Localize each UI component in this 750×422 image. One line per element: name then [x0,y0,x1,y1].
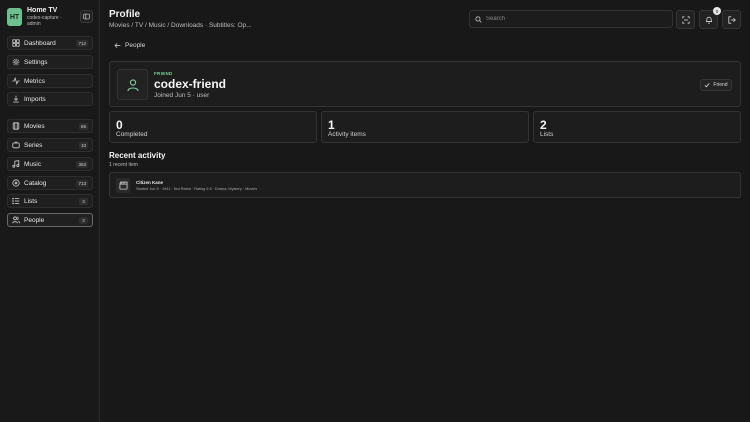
profile-role: FRIEND [154,71,173,76]
bell-icon [705,16,712,24]
profile-joined: Joined Jun 5 · user [154,92,210,99]
scan-icon [681,15,690,24]
logout-button[interactable] [722,10,741,29]
sidebar-toggle-button[interactable] [80,10,93,23]
sidebar-item-count: 65 [78,123,88,130]
brand-subtitle: codex-capture · admin [27,15,62,27]
main-content: Profile Movies / TV / Music / Downloads … [100,0,750,422]
sidebar-item-music[interactable]: Music 363 [7,157,93,171]
download-icon [13,95,19,103]
sidebar-item-count: 713 [76,180,88,187]
activity-icon [12,77,20,85]
catalog-icon [12,179,20,187]
film-icon [12,122,20,130]
friend-button[interactable]: Friend [700,79,732,91]
back-link-label: People [125,42,146,49]
sidebar-item-count: 10 [78,142,88,149]
sidebar-item-label: Music [24,160,41,168]
stat-lists: 2 Lists [533,111,741,143]
arrow-left-icon [114,43,121,48]
sidebar-item-label: Catalog [24,179,47,187]
sidebar-item-label: People [24,216,45,224]
sidebar-item-label: Dashboard [24,39,56,47]
sidebar-item-people[interactable]: People 3 [7,213,93,227]
gear-icon [12,58,20,66]
stat-completed: 0 Completed [109,111,317,143]
list-icon [12,197,20,205]
logout-icon [727,15,736,24]
activity-thumbnail [116,178,130,193]
check-icon [705,82,710,88]
stat-label: Activity items [328,131,366,138]
sidebar-item-settings[interactable]: Settings [7,55,93,69]
profile-card: FRIEND codex-friend Joined Jun 5 · user … [109,61,741,107]
stat-value: 1 [328,118,335,132]
people-icon [12,216,20,224]
sidebar-item-label: Metrics [24,77,45,85]
sidebar: HT Home TV codex-capture · admin Dashboa… [0,0,100,422]
sidebar-item-imports[interactable]: Imports [7,92,93,106]
notification-badge: 0 [713,7,721,15]
sidebar-item-label: Settings [24,58,48,66]
sidebar-item-count: 363 [76,161,88,168]
sidebar-item-label: Imports [24,95,46,103]
search-box[interactable] [469,10,673,28]
scan-button[interactable] [676,10,695,29]
sidebar-item-count: 712 [76,40,88,47]
stat-value: 0 [116,118,123,132]
stat-activity-items: 1 Activity items [321,111,529,143]
activity-title: Citizen Kane [136,180,164,185]
brand-avatar: HT [7,8,22,26]
search-icon [475,15,482,23]
breadcrumb: Movies / TV / Music / Downloads · Subtit… [109,22,252,29]
sidebar-item-lists[interactable]: Lists 3 [7,194,93,208]
sidebar-item-label: Lists [24,197,38,205]
dashboard-icon [12,39,20,47]
user-icon [126,78,139,91]
sidebar-item-dashboard[interactable]: Dashboard 712 [7,36,93,50]
sidebar-panel-icon [83,13,90,20]
brand: HT Home TV codex-capture · admin [7,7,93,29]
stat-label: Lists [540,131,554,138]
tv-icon [12,141,20,149]
page-title: Profile [109,9,141,20]
avatar [117,69,148,100]
sidebar-item-label: Movies [24,122,45,130]
recent-activity-count: 1 recent item [109,162,138,168]
stat-value: 2 [540,118,547,132]
stat-label: Completed [116,131,148,138]
brand-title: Home TV [27,7,58,14]
search-input[interactable] [486,16,666,22]
clapperboard-icon [118,181,128,190]
activity-meta: Started Jun 5 · 1941 · Not Rated · Ratin… [136,187,258,191]
notifications-button[interactable]: 0 [699,7,721,29]
sidebar-item-movies[interactable]: Movies 65 [7,119,93,133]
activity-item[interactable]: Citizen Kane Started Jun 5 · 1941 · Not … [109,172,741,198]
sidebar-item-label: Series [24,141,43,149]
sidebar-item-metrics[interactable]: Metrics [7,74,93,88]
sidebar-item-catalog[interactable]: Catalog 713 [7,176,93,190]
sidebar-item-count: 3 [79,198,88,205]
sidebar-item-series[interactable]: Series 10 [7,138,93,152]
recent-activity-title: Recent activity [109,151,166,160]
profile-username: codex-friend [154,77,227,91]
sidebar-item-count: 3 [79,217,88,224]
friend-button-label: Friend [713,82,728,88]
back-link[interactable]: People [114,42,145,49]
music-icon [12,160,20,168]
